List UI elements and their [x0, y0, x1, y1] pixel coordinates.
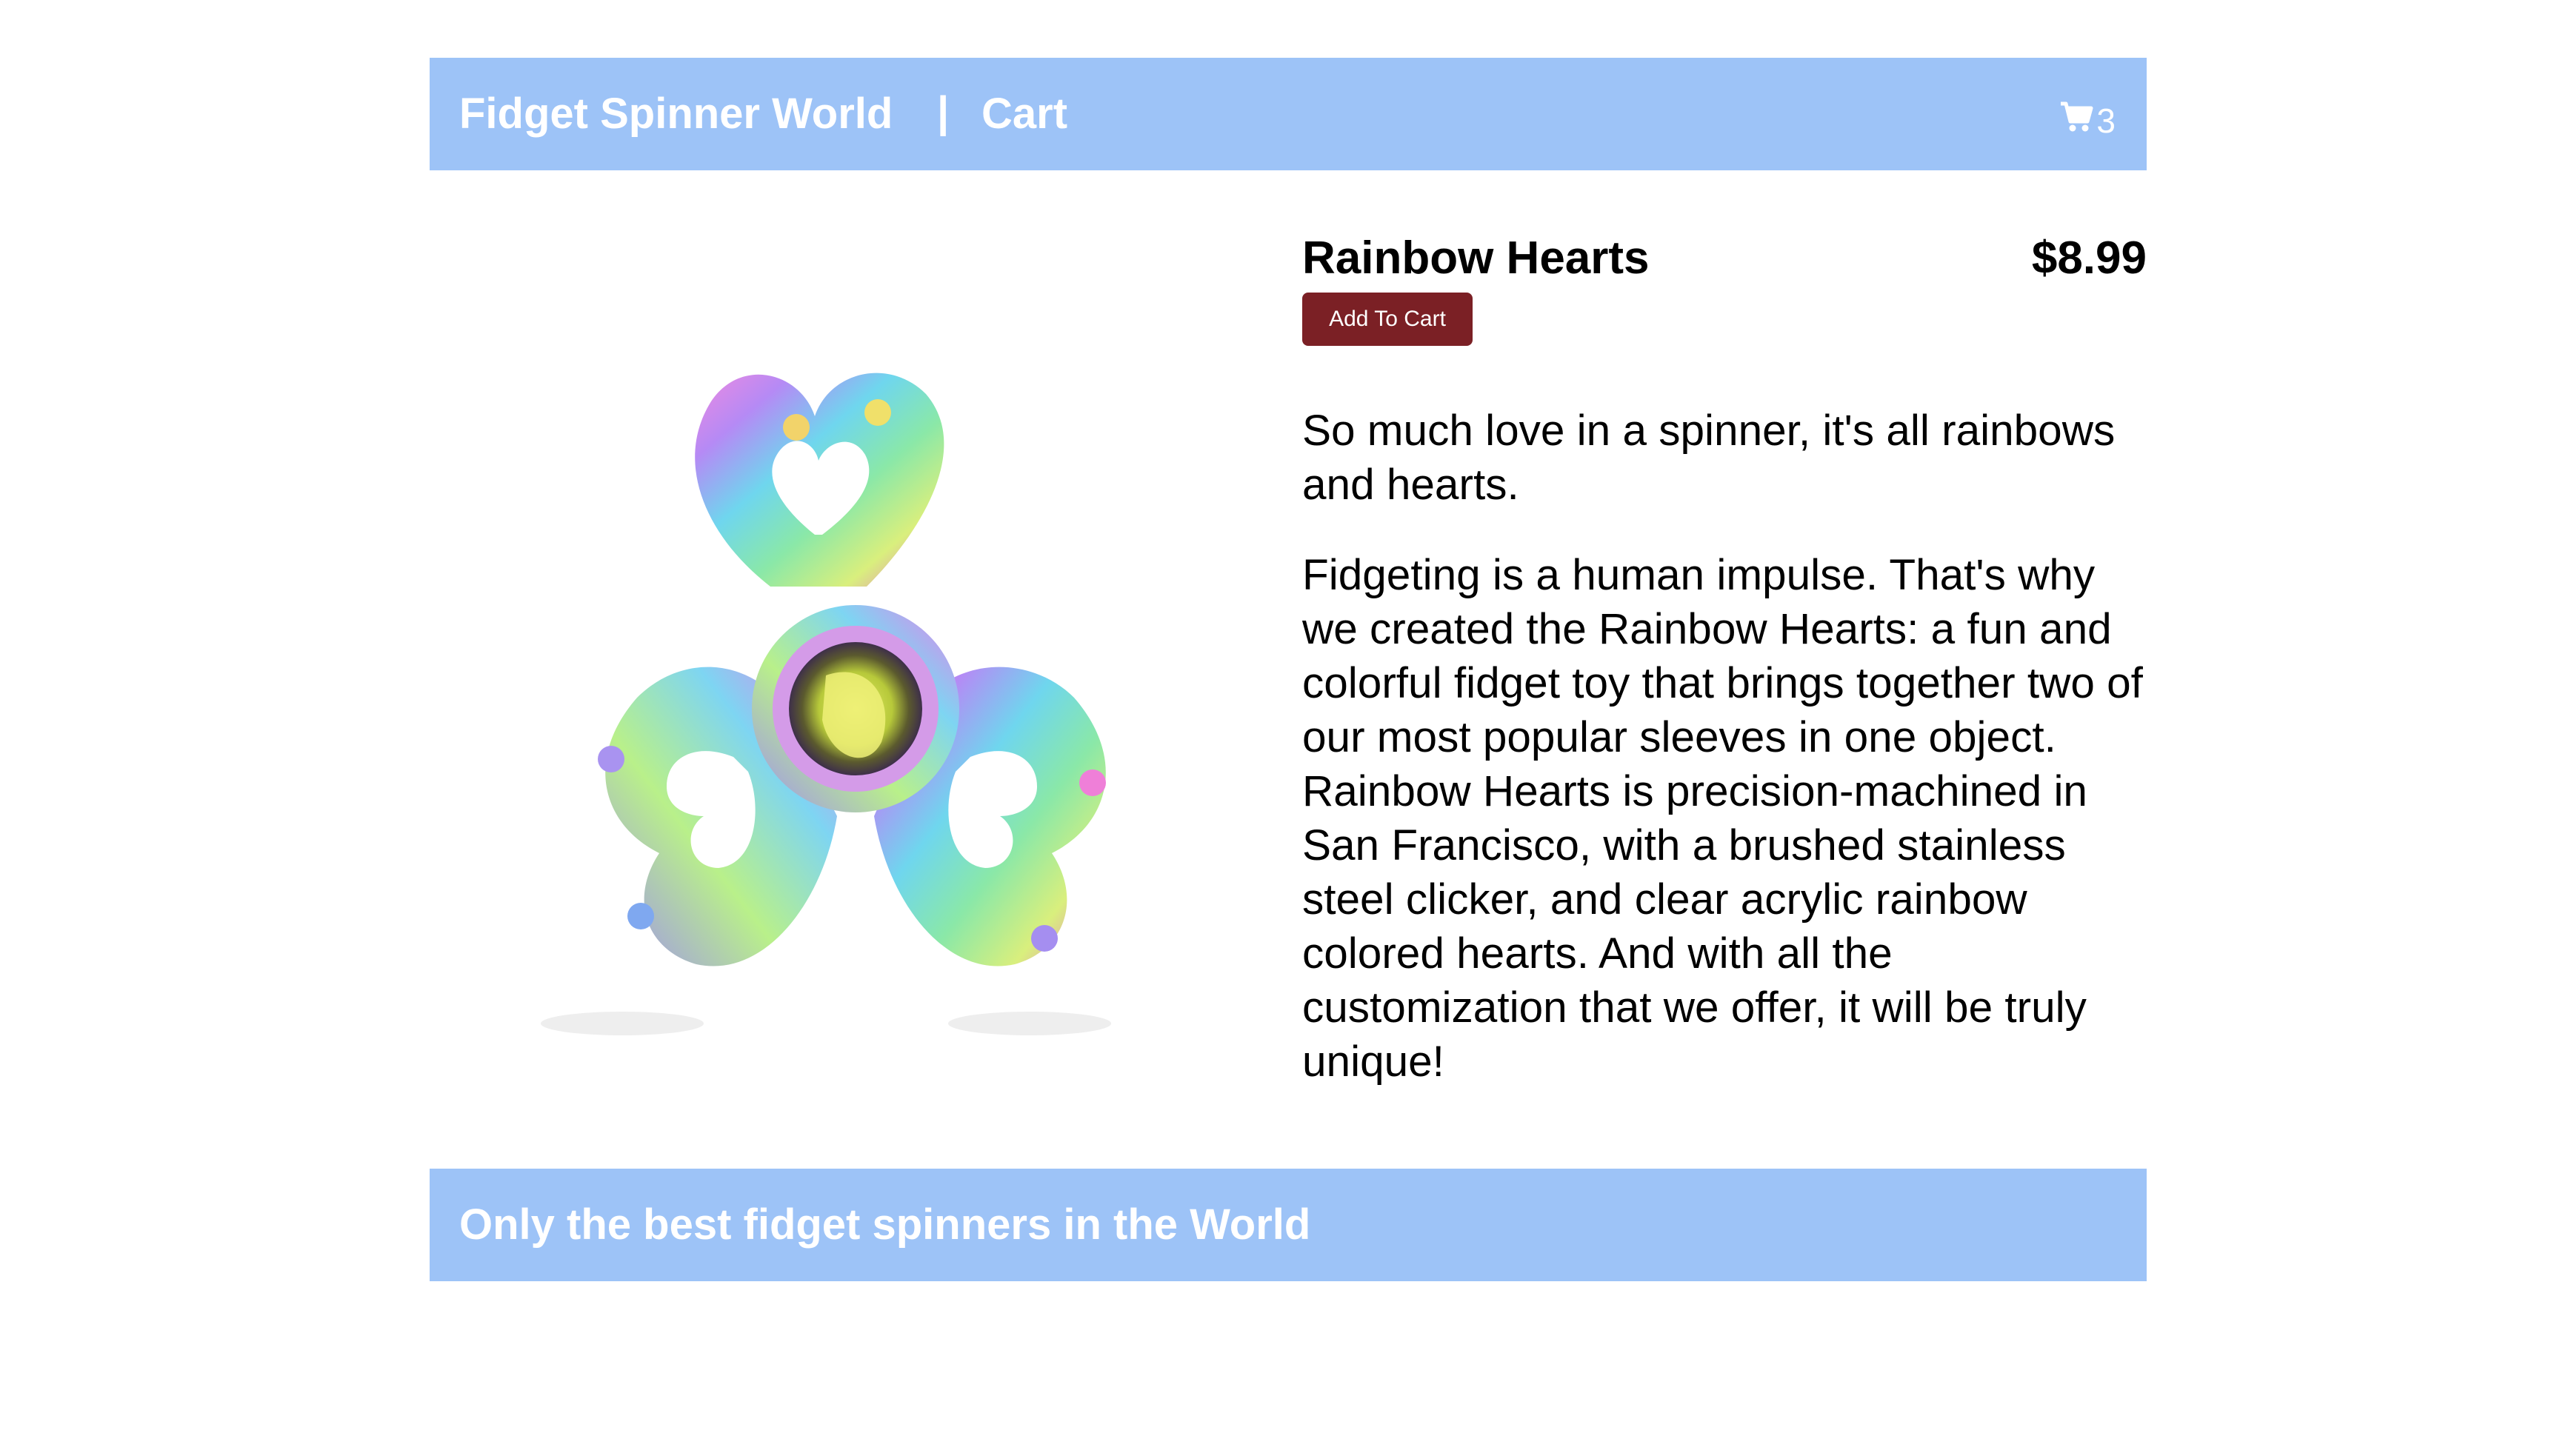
product-description: So much love in a spinner, it's all rain…	[1302, 404, 2147, 1125]
product-price: $8.99	[2031, 233, 2147, 284]
product-name: Rainbow Hearts	[1302, 233, 1650, 284]
add-to-cart-button[interactable]: Add To Cart	[1302, 293, 1473, 346]
cart-button[interactable]: 3	[2059, 95, 2116, 140]
site-footer: Only the best fidget spinners in the Wor…	[430, 1169, 2147, 1281]
brand-link[interactable]: Fidget Spinner World	[459, 58, 893, 170]
shopping-cart-icon	[2059, 101, 2093, 133]
cart-count-badge: 3	[2096, 101, 2116, 140]
page: Fidget Spinner World | Cart 3 Rainbow He…	[0, 0, 2560, 1456]
footer-tagline: Only the best fidget spinners in the Wor…	[459, 1200, 1311, 1249]
cart-nav-link[interactable]: Cart	[981, 58, 1067, 170]
product-image	[452, 238, 1252, 1098]
description-paragraph: So much love in a spinner, it's all rain…	[1302, 407, 2116, 509]
site-header: Fidget Spinner World | Cart 3	[430, 58, 2147, 170]
nav-separator: |	[937, 88, 950, 136]
description-paragraph: Fidgeting is a human impulse. That's why…	[1302, 551, 2143, 1086]
